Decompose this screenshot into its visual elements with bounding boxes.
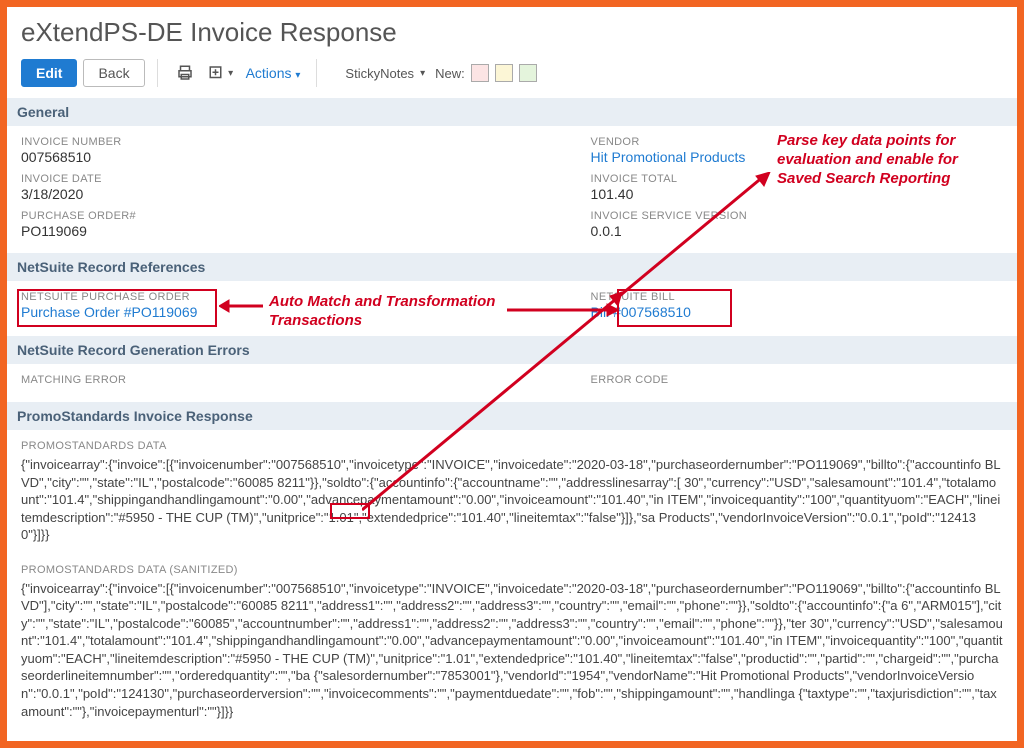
invoice-total-value: 101.40 bbox=[591, 186, 1003, 202]
section-general-body: INVOICE NUMBER 007568510 INVOICE DATE 3/… bbox=[21, 126, 1003, 253]
sticky-yellow-swatch[interactable] bbox=[495, 64, 513, 82]
vendor-label: VENDOR bbox=[591, 136, 1003, 148]
sticky-new-label: New: bbox=[435, 66, 465, 81]
vendor-link[interactable]: Hit Promotional Products bbox=[591, 149, 1003, 165]
invoice-number-value: 007568510 bbox=[21, 149, 591, 165]
add-menu-icon[interactable]: ▾ bbox=[206, 58, 236, 88]
actions-menu[interactable]: Actions ▾ bbox=[242, 65, 305, 81]
invoice-service-version-label: INVOICE SERVICE VERSION bbox=[591, 210, 1003, 222]
toolbar: Edit Back ▾ Actions ▾ StickyNotes ▾ New: bbox=[21, 58, 1003, 88]
section-refs-body: NETSUITE PURCHASE ORDER Purchase Order #… bbox=[21, 281, 1003, 336]
invoice-number-label: INVOICE NUMBER bbox=[21, 136, 591, 148]
invoice-total-label: INVOICE TOTAL bbox=[591, 173, 1003, 185]
chevron-down-icon[interactable]: ▾ bbox=[420, 68, 425, 79]
purchase-order-value: PO119069 bbox=[21, 223, 591, 239]
divider bbox=[157, 59, 158, 87]
ns-bill-label: NETSUITE BILL bbox=[591, 291, 1003, 303]
section-refs-header: NetSuite Record References bbox=[7, 253, 1017, 281]
invoice-service-version-value: 0.0.1 bbox=[591, 223, 1003, 239]
purchase-order-label: PURCHASE ORDER# bbox=[21, 210, 591, 222]
ns-po-link[interactable]: Purchase Order #PO119069 bbox=[21, 304, 591, 320]
section-promo-header: PromoStandards Invoice Response bbox=[7, 402, 1017, 430]
section-general-header: General bbox=[7, 98, 1017, 126]
promostandards-sanitized-label: PROMOSTANDARDS DATA (SANITIZED) bbox=[21, 564, 1003, 576]
sticky-notes-label: StickyNotes bbox=[345, 66, 414, 81]
invoice-date-value: 3/18/2020 bbox=[21, 186, 591, 202]
error-code-label: ERROR CODE bbox=[591, 374, 1003, 386]
matching-error-label: MATCHING ERROR bbox=[21, 374, 591, 386]
sticky-green-swatch[interactable] bbox=[519, 64, 537, 82]
ns-po-label: NETSUITE PURCHASE ORDER bbox=[21, 291, 591, 303]
section-errors-header: NetSuite Record Generation Errors bbox=[7, 336, 1017, 364]
back-button[interactable]: Back bbox=[83, 59, 144, 87]
promostandards-sanitized-value: {"invoicearray":{"invoice":[{"invoicenum… bbox=[21, 576, 1003, 730]
section-errors-body: MATCHING ERROR ERROR CODE bbox=[21, 364, 1003, 402]
invoice-date-label: INVOICE DATE bbox=[21, 173, 591, 185]
sticky-red-swatch[interactable] bbox=[471, 64, 489, 82]
divider bbox=[316, 59, 317, 87]
actions-label: Actions bbox=[246, 65, 292, 81]
promostandards-data-label: PROMOSTANDARDS DATA bbox=[21, 440, 1003, 452]
edit-button[interactable]: Edit bbox=[21, 59, 77, 87]
print-icon[interactable] bbox=[170, 58, 200, 88]
page-title: eXtendPS-DE Invoice Response bbox=[21, 17, 1003, 48]
promostandards-data-value: {"invoicearray":{"invoice":[{"invoicenum… bbox=[21, 452, 1003, 554]
ns-bill-link[interactable]: Bill #007568510 bbox=[591, 304, 1003, 320]
